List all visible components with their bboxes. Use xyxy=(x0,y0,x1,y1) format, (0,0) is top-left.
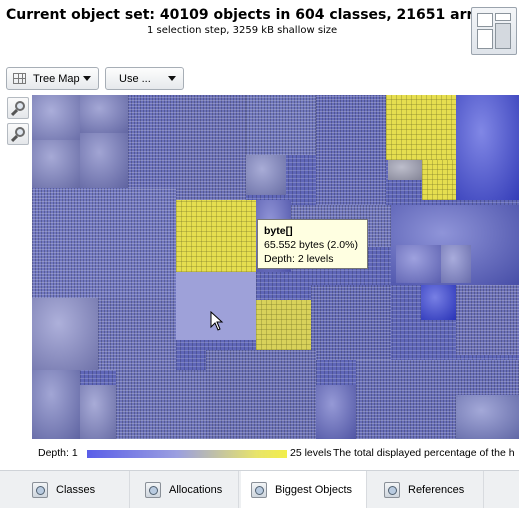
treemap-tooltip: byte[] 65.552 bytes (2.0%) Depth: 2 leve… xyxy=(257,219,368,269)
tab-biggest-objects[interactable]: Biggest Objects xyxy=(241,471,367,508)
biggest-objects-icon xyxy=(251,481,267,498)
use-dropdown[interactable]: Use ... xyxy=(105,67,184,90)
view-mode-dropdown[interactable]: Tree Map xyxy=(6,67,99,90)
tooltip-title: byte[] xyxy=(264,225,293,237)
zoom-out-button[interactable] xyxy=(7,123,29,145)
zoom-in-button[interactable] xyxy=(7,97,29,119)
tab-label: Allocations xyxy=(169,483,223,496)
object-set-title: Current object set: 40109 objects in 604… xyxy=(6,7,500,23)
tab-classes[interactable]: Classes xyxy=(22,471,130,508)
tab-label: References xyxy=(408,483,465,496)
tab-label: Biggest Objects xyxy=(275,483,353,496)
view-tabs: Classes Allocations Biggest Objects Refe… xyxy=(0,470,519,508)
object-set-header: Current object set: 40109 objects in 604… xyxy=(0,0,519,62)
depth-legend: Depth: 1 25 levels The total displayed p… xyxy=(0,446,519,462)
view-mode-label: Tree Map xyxy=(33,72,80,85)
use-dropdown-label: Use ... xyxy=(119,72,151,85)
legend-depth-max: 25 levels xyxy=(290,447,332,459)
allocations-icon xyxy=(145,481,161,498)
tab-references[interactable]: References xyxy=(374,471,484,508)
treemap-view[interactable]: byte[] 65.552 bytes (2.0%) Depth: 2 leve… xyxy=(32,95,519,439)
tab-label: Classes xyxy=(56,483,96,496)
depth-color-gradient xyxy=(87,450,287,458)
legend-note: The total displayed percentage of the h xyxy=(333,447,515,459)
object-set-subtitle: 1 selection step, 3259 kB shallow size xyxy=(147,25,338,36)
tab-allocations[interactable]: Allocations xyxy=(135,471,239,508)
mouse-cursor-icon xyxy=(210,311,224,331)
references-icon xyxy=(384,481,400,498)
chevron-down-icon xyxy=(83,76,91,81)
tooltip-depth: Depth: 2 levels xyxy=(264,253,334,265)
tooltip-size: 65.552 bytes (2.0%) xyxy=(264,239,358,251)
grid-icon xyxy=(13,73,26,84)
treemap-thumbnail-icon[interactable] xyxy=(471,7,517,55)
classes-icon xyxy=(32,481,48,498)
legend-depth-min: Depth: 1 xyxy=(38,447,78,459)
chevron-down-icon xyxy=(168,76,176,81)
